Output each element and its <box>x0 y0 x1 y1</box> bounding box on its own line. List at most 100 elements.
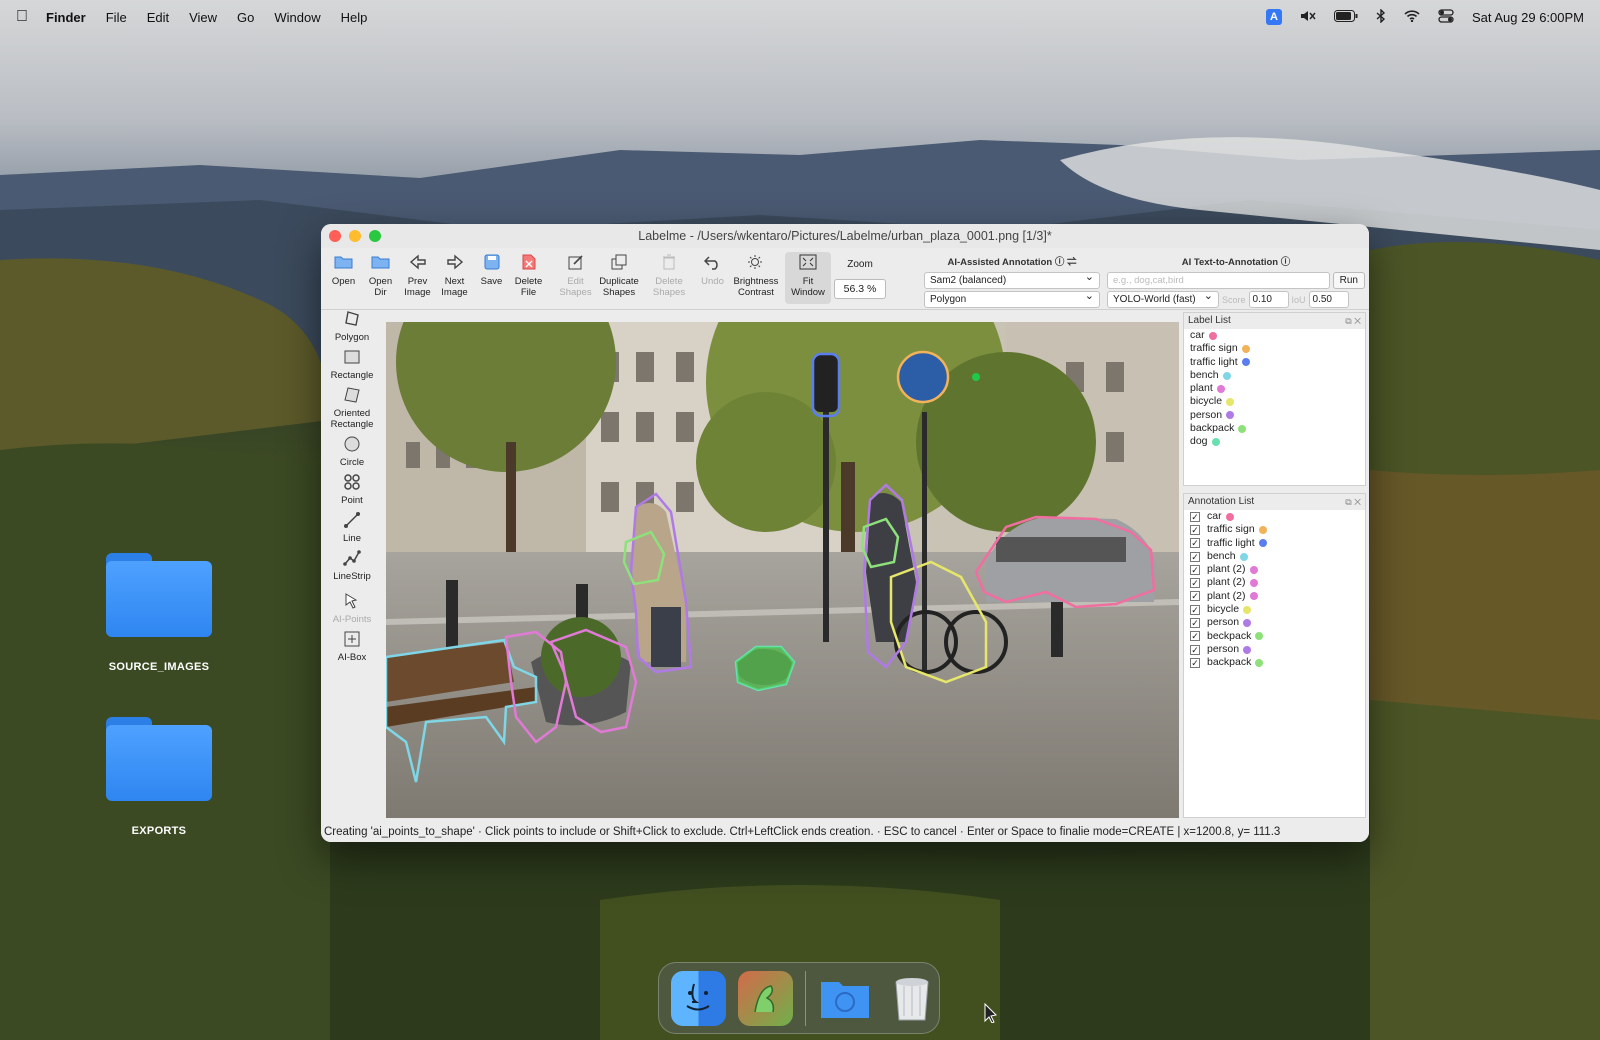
menu-finder[interactable]: Finder <box>46 10 86 25</box>
panel-float-close-icon[interactable]: ⧉ ✕ <box>1345 313 1361 329</box>
iou-spinbox[interactable]: 0.50 <box>1308 291 1349 308</box>
label-list-item[interactable]: car <box>1184 329 1365 342</box>
menu-view[interactable]: View <box>189 10 217 25</box>
input-source-icon[interactable]: A <box>1265 9 1282 25</box>
apple-icon[interactable]:  <box>16 8 28 26</box>
zoom-control: Zoom 56.3 % <box>831 252 889 299</box>
annotation-list-item[interactable]: ✓ plant (2) <box>1184 590 1365 603</box>
battery-icon[interactable] <box>1333 9 1358 25</box>
minimize-button[interactable] <box>349 230 361 242</box>
score-spinbox[interactable]: 0.10 <box>1248 291 1289 308</box>
label-list-item[interactable]: traffic light <box>1184 356 1365 369</box>
info-icon[interactable]: ⓘ <box>1055 257 1065 268</box>
tool-polygon[interactable]: Polygon <box>321 310 383 343</box>
desktop-folder-source-images[interactable]: SOURCE_IMAGES <box>99 553 219 673</box>
undo-button[interactable]: Undo <box>694 252 731 287</box>
tool-ai-box[interactable]: AI-Box <box>321 630 383 663</box>
window-titlebar[interactable]: Labelme - /Users/wkentaro/Pictures/Label… <box>321 224 1369 248</box>
brightness-contrast-button[interactable]: Brightness Contrast <box>731 252 781 298</box>
info-icon[interactable]: ⓘ <box>1281 257 1291 268</box>
close-button[interactable] <box>329 230 341 242</box>
visibility-checkbox[interactable]: ✓ <box>1190 657 1200 668</box>
visibility-checkbox[interactable]: ✓ <box>1190 511 1200 522</box>
annotation-list-item[interactable]: ✓ plant (2) <box>1184 576 1365 589</box>
ai-box-icon <box>321 630 383 652</box>
bluetooth-icon[interactable] <box>1376 7 1386 26</box>
edit-shapes-button[interactable]: Edit Shapes <box>557 252 594 298</box>
open-button[interactable]: Open <box>325 252 362 287</box>
annotation-list-item[interactable]: ✓ plant (2) <box>1184 563 1365 576</box>
menu-go[interactable]: Go <box>237 10 254 25</box>
annotation-list-item[interactable]: ✓ traffic sign <box>1184 523 1365 536</box>
menu-edit[interactable]: Edit <box>147 10 169 25</box>
wifi-icon[interactable] <box>1404 9 1420 25</box>
tool-line[interactable]: Line <box>321 511 383 544</box>
text-prompt-input[interactable]: e.g., dog,cat,bird <box>1107 272 1330 289</box>
duplicate-shapes-button[interactable]: Duplicate Shapes <box>594 252 644 298</box>
tool-oriented-rectangle[interactable]: Oriented Rectangle <box>321 386 383 430</box>
annotation-list-item[interactable]: ✓ bench <box>1184 550 1365 563</box>
settings-sliders-icon[interactable]: ⇌ <box>1067 257 1077 268</box>
visibility-checkbox[interactable]: ✓ <box>1190 524 1200 535</box>
fit-window-button[interactable]: Fit Window <box>785 252 831 304</box>
zoom-button[interactable] <box>369 230 381 242</box>
ai-output-select[interactable]: Polygon <box>924 289 1100 308</box>
next-image-button[interactable]: Next Image <box>436 252 473 298</box>
label-list-item[interactable]: plant <box>1184 382 1365 395</box>
labelme-icon[interactable] <box>737 970 793 1026</box>
detector-model-select[interactable]: YOLO-World (fast) <box>1107 289 1219 308</box>
annotation-list-item[interactable]: ✓ backpack <box>1184 656 1365 669</box>
visibility-checkbox[interactable]: ✓ <box>1190 604 1200 615</box>
tool-rectangle[interactable]: Rectangle <box>321 348 383 381</box>
label-list-item[interactable]: person <box>1184 409 1365 422</box>
visibility-checkbox[interactable]: ✓ <box>1190 564 1200 575</box>
menu-window[interactable]: Window <box>274 10 320 25</box>
tool-ai-points[interactable]: AI-Points <box>321 592 383 625</box>
folder-label: EXPORTS <box>131 825 187 837</box>
label-color-swatch <box>1216 384 1225 393</box>
label-list-item[interactable]: backpack <box>1184 422 1365 435</box>
visibility-checkbox[interactable]: ✓ <box>1190 591 1200 602</box>
run-button[interactable]: Run <box>1332 272 1365 289</box>
downloads-folder-icon[interactable] <box>818 971 873 1026</box>
visibility-checkbox[interactable]: ✓ <box>1190 631 1200 642</box>
mute-icon[interactable] <box>1300 9 1316 26</box>
visibility-checkbox[interactable]: ✓ <box>1190 538 1200 549</box>
save-button[interactable]: Save <box>473 252 510 287</box>
delete-shapes-button[interactable]: Delete Shapes <box>644 252 694 298</box>
open-dir-button[interactable]: Open Dir <box>362 252 399 298</box>
menubar-clock[interactable]: Sat Aug 29 6:00PM <box>1472 10 1584 25</box>
tool-linestrip[interactable]: LineStrip <box>321 549 383 582</box>
annotation-list-item[interactable]: ✓ traffic light <box>1184 537 1365 550</box>
menu-file[interactable]: File <box>106 10 127 25</box>
visibility-checkbox[interactable]: ✓ <box>1190 578 1200 589</box>
zoom-input[interactable]: 56.3 % <box>834 279 886 299</box>
desktop-folder-exports[interactable]: EXPORTS <box>99 717 219 837</box>
image-canvas[interactable] <box>386 322 1179 818</box>
annotation-list-item[interactable]: ✓ person <box>1184 643 1365 656</box>
control-center-icon[interactable] <box>1438 8 1454 26</box>
annotation-list-item[interactable]: ✓ person <box>1184 616 1365 629</box>
label-list: car traffic sign traffic light bench plant bi… <box>1184 329 1365 449</box>
label-list-item[interactable]: dog <box>1184 435 1365 448</box>
menu-help[interactable]: Help <box>341 10 368 25</box>
tool-circle[interactable]: Circle <box>321 435 383 468</box>
label-list-item[interactable]: bench <box>1184 369 1365 382</box>
delete-file-button[interactable]: Delete File <box>510 252 547 298</box>
annotation-list-item[interactable]: ✓ beckpack <box>1184 630 1365 643</box>
finder-icon[interactable] <box>671 970 726 1026</box>
annotation-list-item[interactable]: ✓ bicycle <box>1184 603 1365 616</box>
annotation-list-item[interactable]: ✓ car <box>1184 510 1365 523</box>
label-list-item[interactable]: bicycle <box>1184 395 1365 408</box>
visibility-checkbox[interactable]: ✓ <box>1190 618 1200 629</box>
tool-point[interactable]: Point <box>321 473 383 506</box>
label-color-swatch <box>1255 632 1264 641</box>
prev-image-button[interactable]: Prev Image <box>399 252 436 298</box>
label-list-item[interactable]: traffic sign <box>1184 342 1365 355</box>
ai-points-icon <box>321 592 383 614</box>
visibility-checkbox[interactable]: ✓ <box>1190 644 1200 655</box>
panel-float-close-icon[interactable]: ⧉ ✕ <box>1345 494 1361 510</box>
ai-model-select[interactable]: Sam2 (balanced) <box>924 270 1100 289</box>
trash-icon[interactable] <box>884 971 939 1026</box>
visibility-checkbox[interactable]: ✓ <box>1190 551 1200 562</box>
